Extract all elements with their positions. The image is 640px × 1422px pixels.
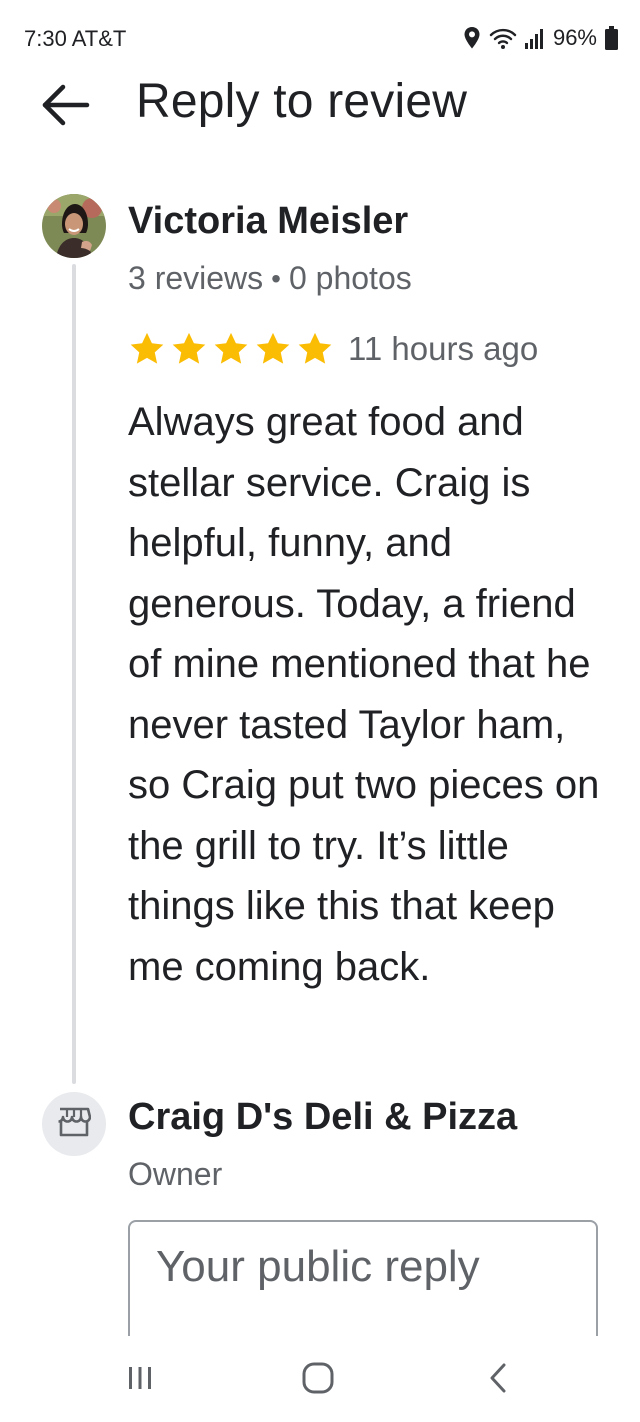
home-icon xyxy=(301,1361,335,1400)
meta-separator: • xyxy=(271,262,281,294)
page-title: Reply to review xyxy=(136,75,468,128)
thread-line xyxy=(72,264,76,1084)
star-icon xyxy=(298,332,332,364)
signal-icon xyxy=(524,27,545,49)
battery-icon xyxy=(605,26,618,50)
reviewer-meta: 3 reviews • 0 photos xyxy=(128,260,412,297)
reviews-count: 3 reviews xyxy=(128,260,264,296)
photos-count: 0 photos xyxy=(288,260,412,296)
status-time-carrier: 7:30 AT&T xyxy=(24,26,127,51)
recents-icon xyxy=(125,1364,155,1397)
arrow-left-icon xyxy=(39,83,91,132)
owner-role: Owner xyxy=(128,1156,223,1192)
battery-percent: 96% xyxy=(552,25,597,50)
nav-back-button[interactable] xyxy=(468,1358,528,1402)
star-icon xyxy=(172,332,206,364)
home-button[interactable] xyxy=(288,1358,348,1402)
location-icon xyxy=(463,26,481,50)
back-icon xyxy=(487,1362,509,1399)
star-icon xyxy=(214,332,248,364)
review-text: Always great food and stellar service. C… xyxy=(128,400,600,989)
star-icon xyxy=(130,332,164,364)
owner-avatar xyxy=(42,1092,106,1156)
reviewer-avatar[interactable] xyxy=(42,194,106,258)
rating-row: 11 hours ago xyxy=(128,326,538,372)
review-time: 11 hours ago xyxy=(348,330,539,367)
star-rating xyxy=(128,330,334,368)
reply-input[interactable] xyxy=(156,1242,576,1292)
app-header: Reply to review xyxy=(0,72,640,136)
status-bar: 7:30 AT&T 96% xyxy=(0,0,640,72)
reviewer-name[interactable]: Victoria Meisler xyxy=(128,200,408,243)
status-icons: 96% xyxy=(463,24,618,52)
reply-to-review-screen: 7:30 AT&T 96% Reply to review Victoria M… xyxy=(0,0,640,1422)
storefront-icon xyxy=(57,1107,92,1142)
wifi-icon xyxy=(489,26,517,50)
system-nav-bar xyxy=(0,1336,640,1422)
owner-business-name: Craig D's Deli & Pizza xyxy=(128,1096,518,1138)
recents-button[interactable] xyxy=(110,1358,170,1402)
back-button[interactable] xyxy=(36,78,94,136)
star-icon xyxy=(256,332,290,364)
